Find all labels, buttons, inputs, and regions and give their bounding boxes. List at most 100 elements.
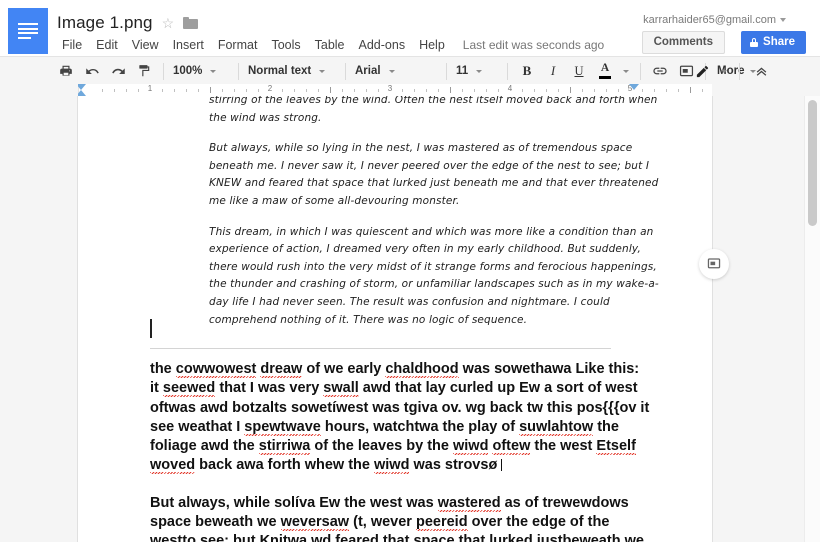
share-button-label: Share <box>763 36 795 48</box>
text-run: (t, wever <box>349 514 416 531</box>
menu-bar: File Edit View Insert Format Tools Table… <box>55 36 604 54</box>
title-row: Image 1.png ☆ <box>57 13 199 33</box>
toolbar-divider <box>345 62 346 80</box>
toolbar-divider <box>163 62 164 80</box>
menu-item-view[interactable]: View <box>125 36 166 54</box>
font-family-selector[interactable]: Arial <box>352 60 440 82</box>
redo-icon[interactable] <box>105 60 131 82</box>
ruler-number: 4 <box>507 84 513 93</box>
text-color-swatch <box>599 75 611 79</box>
toolbar-divider <box>446 62 447 80</box>
bold-label: B <box>522 63 532 78</box>
text-cursor <box>150 319 152 338</box>
docs-menu-icon[interactable] <box>8 8 48 54</box>
text-color-letter: A <box>600 62 610 75</box>
italic-label: I <box>550 63 556 78</box>
spellcheck-word: oftew <box>492 438 531 455</box>
zoom-value: 100% <box>173 65 203 77</box>
undo-icon[interactable] <box>79 60 105 82</box>
text-run: see: but <box>195 533 260 542</box>
ruler-number: 3 <box>387 84 393 93</box>
toolbar-divider <box>640 62 641 80</box>
paint-format-icon[interactable] <box>131 60 157 82</box>
document-page[interactable]: stirring of the leaves by the wind. Ofte… <box>78 96 712 542</box>
font-family-value: Arial <box>355 65 381 77</box>
spellcheck-word: weversaw <box>280 514 350 531</box>
text-run: was strovsø <box>409 457 502 474</box>
google-docs-window: Image 1.png ☆ File Edit View Insert Form… <box>0 0 820 542</box>
menu-item-insert[interactable]: Insert <box>166 36 211 54</box>
account-email-text: karrarhaider65@gmail.com <box>643 14 776 26</box>
font-size-selector[interactable]: 11 <box>453 60 501 82</box>
spellcheck-word: wiwd <box>374 457 410 474</box>
spellcheck-word: Etself <box>596 438 636 455</box>
account-email[interactable]: karrarhaider65@gmail.com <box>643 14 786 26</box>
spellcheck-word: spewtwave <box>244 418 321 435</box>
ocr-text-section[interactable]: the cowwowest dreaw of we early chaldhoo… <box>150 360 650 542</box>
handwriting-paragraph: But always, while so lying in the nest, … <box>209 142 659 207</box>
menu-item-addons[interactable]: Add-ons <box>352 36 413 54</box>
ruler-number: 1 <box>147 84 153 93</box>
spellcheck-word: wiwd <box>453 438 489 455</box>
toolbar-divider <box>739 62 740 80</box>
comments-button[interactable]: Comments <box>641 31 725 54</box>
zoom-selector[interactable]: 100% <box>170 60 232 82</box>
handwriting-section[interactable]: stirring of the leaves by the wind. Ofte… <box>78 96 712 342</box>
menu-item-tools[interactable]: Tools <box>264 36 307 54</box>
star-outline-icon[interactable]: ☆ <box>162 16 175 30</box>
spellcheck-word: peereid <box>415 514 468 531</box>
share-button[interactable]: Share <box>741 31 806 54</box>
paragraph-style-selector[interactable]: Normal text <box>245 60 339 82</box>
spellcheck-word: Knitwa <box>260 533 308 542</box>
text-color-button[interactable]: A <box>592 60 618 82</box>
ruler-number: 2 <box>267 84 273 93</box>
underline-button[interactable]: U <box>566 60 592 82</box>
toolbar-divider <box>238 62 239 80</box>
spellcheck-word: swall <box>323 380 359 397</box>
header-bar: Image 1.png ☆ File Edit View Insert Form… <box>0 0 820 56</box>
pencil-icon[interactable] <box>689 60 715 82</box>
toolbar: 100% Normal text Arial 11 B I U A More <box>0 56 820 86</box>
spellcheck-word: cowwowest <box>175 361 257 377</box>
lock-icon <box>750 38 759 47</box>
print-icon[interactable] <box>53 60 79 82</box>
vertical-scrollbar[interactable] <box>804 96 820 542</box>
document-canvas: stirring of the leaves by the wind. Ofte… <box>0 96 820 542</box>
toolbar-divider <box>507 62 508 80</box>
link-icon[interactable] <box>647 60 673 82</box>
chevron-down-icon <box>476 69 483 73</box>
spellcheck-word: wastered <box>437 494 501 511</box>
menu-item-file[interactable]: File <box>55 36 89 54</box>
edit-mode-dropdown[interactable] <box>717 60 731 82</box>
vertical-scroll-thumb[interactable] <box>808 100 817 226</box>
bold-button[interactable]: B <box>514 60 540 82</box>
menu-item-help[interactable]: Help <box>412 36 452 54</box>
page-title[interactable]: Image 1.png <box>57 13 153 33</box>
spellcheck-word: westto <box>150 533 196 542</box>
folder-icon[interactable] <box>183 17 199 29</box>
right-indent-marker[interactable] <box>629 84 639 90</box>
paragraph-style-value: Normal text <box>248 65 312 77</box>
spellcheck-word: justbeweath <box>537 533 621 542</box>
spellcheck-word: chaldhood <box>385 361 459 377</box>
chevron-down-icon <box>721 69 727 73</box>
chevron-down-icon <box>780 18 786 23</box>
chevron-down-icon <box>388 69 395 73</box>
last-edit-status[interactable]: Last edit was seconds ago <box>463 38 604 52</box>
toolbar-right <box>689 60 774 82</box>
right-gutter <box>712 192 805 542</box>
spellcheck-word: seewed <box>162 380 216 397</box>
add-comment-icon <box>707 258 721 269</box>
italic-button[interactable]: I <box>540 60 566 82</box>
handwriting-paragraph: This dream, in which I was quiescent and… <box>209 225 659 326</box>
text-run: of the leaves by the <box>310 438 453 455</box>
menu-item-table[interactable]: Table <box>308 36 352 54</box>
ruler[interactable]: 1 2 3 4 5 <box>78 84 712 96</box>
text-color-dropdown[interactable] <box>618 60 634 82</box>
chevron-up-icon[interactable] <box>748 60 774 82</box>
spellcheck-word: woved <box>150 457 196 474</box>
add-comment-floating-button[interactable] <box>699 249 729 279</box>
menu-item-format[interactable]: Format <box>211 36 265 54</box>
menu-item-edit[interactable]: Edit <box>89 36 125 54</box>
text-run: wd feared that space that lurked <box>307 533 537 542</box>
